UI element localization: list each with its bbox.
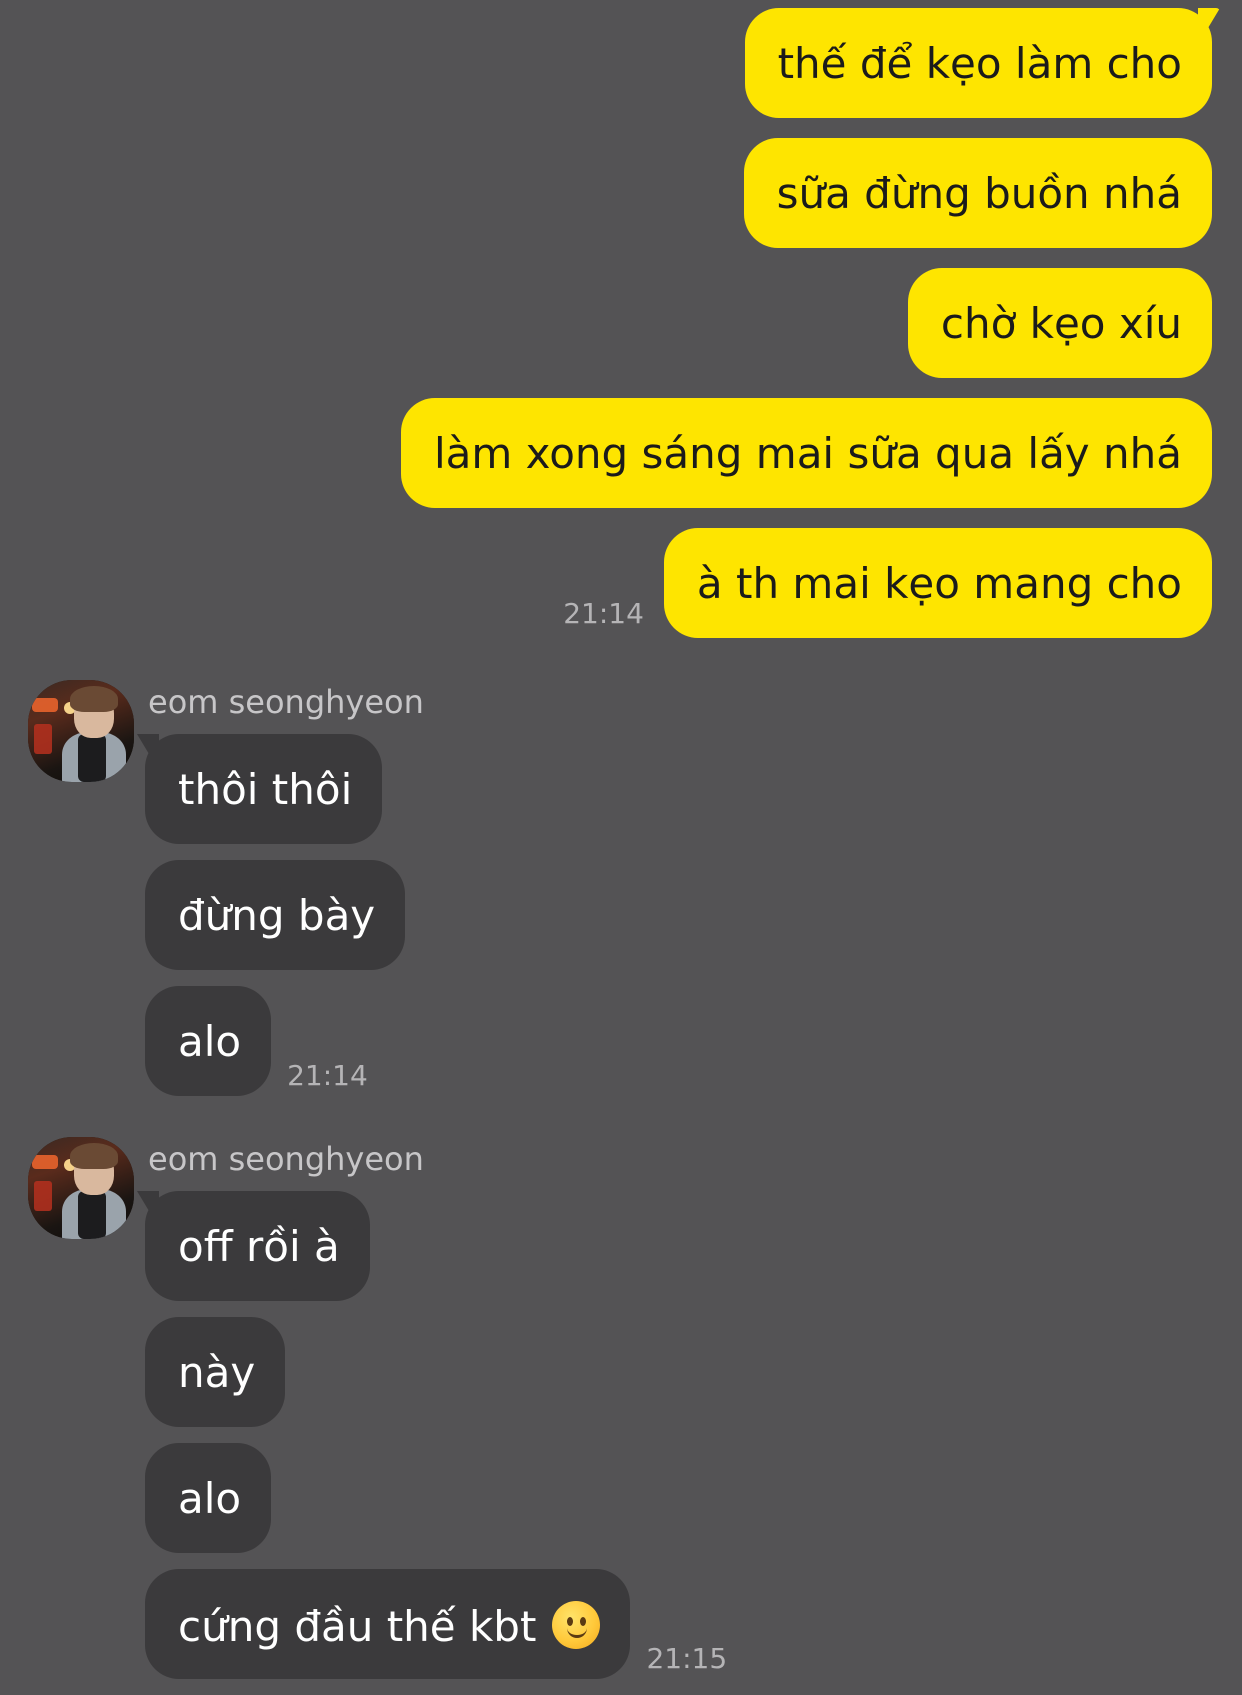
incoming-message-bubble[interactable]: này <box>145 1317 286 1427</box>
outgoing-message-bubble[interactable]: sữa đừng buồn nhá <box>743 138 1212 248</box>
message-text: cứng đầu thế kbt <box>178 1602 537 1651</box>
message-row: alo <box>145 1443 272 1553</box>
sender-name[interactable]: eom seonghyeon <box>148 682 424 722</box>
outgoing-message-bubble[interactable]: à th mai kẹo mang cho <box>663 528 1212 638</box>
message-row: off rồi à <box>145 1191 370 1301</box>
message-row: đừng bày <box>145 860 406 970</box>
message-row: sữa đừng buồn nhá <box>743 138 1212 248</box>
chat-thread: thế để kẹo làm cho sữa đừng buồn nhá chờ… <box>0 0 1242 1690</box>
message-row: làm xong sáng mai sữa qua lấy nhá <box>400 398 1212 508</box>
incoming-message-bubble[interactable]: thôi thôi <box>145 734 383 844</box>
message-timestamp: 21:15 <box>646 1642 728 1675</box>
outgoing-message-bubble[interactable]: thế để kẹo làm cho <box>744 8 1212 118</box>
message-row: alo 21:14 <box>145 986 368 1096</box>
incoming-message-bubble[interactable]: alo <box>145 1443 272 1553</box>
sender-avatar[interactable] <box>28 680 134 782</box>
incoming-message-bubble[interactable]: đừng bày <box>145 860 406 970</box>
incoming-message-column: eom seonghyeon thôi thôi đừng bày alo 21… <box>145 680 424 1112</box>
incoming-message-bubble[interactable]: off rồi à <box>145 1191 370 1301</box>
message-row: chờ kẹo xíu <box>907 268 1212 378</box>
message-row: thế để kẹo làm cho <box>744 8 1212 118</box>
incoming-message-bubble[interactable]: alo <box>145 986 272 1096</box>
outgoing-message-bubble[interactable]: chờ kẹo xíu <box>907 268 1212 378</box>
message-timestamp: 21:14 <box>563 597 644 630</box>
message-timestamp: 21:14 <box>287 1059 368 1092</box>
message-row: thôi thôi <box>145 734 383 844</box>
outgoing-message-group: thế để kẹo làm cho sữa đừng buồn nhá chờ… <box>400 8 1212 658</box>
message-row: 21:14 à th mai kẹo mang cho <box>563 528 1212 638</box>
incoming-message-bubble[interactable]: cứng đầu thế kbt <box>145 1569 631 1679</box>
incoming-message-group: eom seonghyeon off rồi à này alo cứng đầ… <box>28 1137 727 1695</box>
incoming-message-column: eom seonghyeon off rồi à này alo cứng đầ… <box>145 1137 727 1695</box>
message-row: cứng đầu thế kbt 21:15 <box>145 1569 727 1679</box>
slightly-smiling-face-icon <box>552 1601 601 1649</box>
outgoing-message-bubble[interactable]: làm xong sáng mai sữa qua lấy nhá <box>400 398 1212 508</box>
message-row: này <box>145 1317 286 1427</box>
sender-name[interactable]: eom seonghyeon <box>148 1139 424 1179</box>
sender-avatar[interactable] <box>28 1137 134 1239</box>
incoming-message-group: eom seonghyeon thôi thôi đừng bày alo 21… <box>28 680 424 1112</box>
